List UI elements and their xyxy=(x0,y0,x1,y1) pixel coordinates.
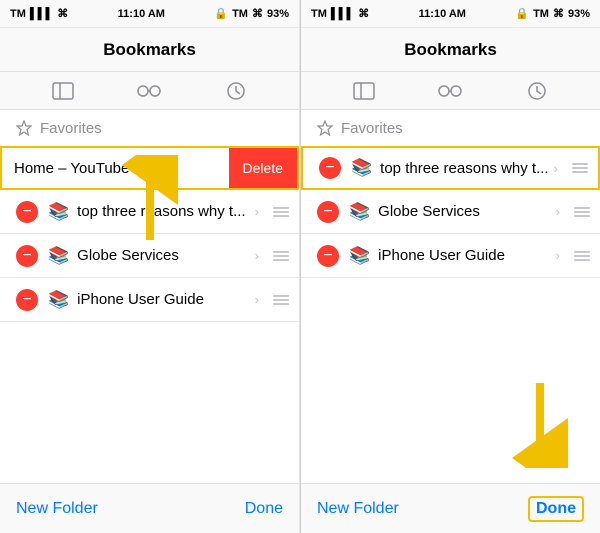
tab-bar-left xyxy=(0,72,299,110)
book-icon-top-three-right: 📚 xyxy=(351,158,372,178)
time-right: 11:10 AM xyxy=(419,8,466,20)
drag-handle-top-three[interactable] xyxy=(263,207,299,217)
bookmark-text-top-three: top three reasons why t... xyxy=(77,203,254,220)
book-icon-iphone-guide: 📚 xyxy=(48,290,69,310)
drag-handle-top-three-right[interactable] xyxy=(562,163,598,173)
chevron-icon-globe-right: › xyxy=(556,204,560,219)
footer-bar-right: New Folder Done xyxy=(301,483,600,533)
minus-btn-globe[interactable]: − xyxy=(16,245,38,267)
tab-reading-left[interactable] xyxy=(119,84,179,98)
bookmark-item-top-three-right[interactable]: − 📚 top three reasons why t... › xyxy=(301,146,600,190)
new-folder-btn-right[interactable]: New Folder xyxy=(317,500,399,518)
signal-icon-right: ▌▌▌ xyxy=(331,8,354,20)
bookmark-text-home-youtube: Home – YouTube xyxy=(14,160,253,177)
tab-bookmarks-left[interactable] xyxy=(33,82,93,100)
minus-btn-globe-right[interactable]: − xyxy=(317,201,339,223)
lock-icon-right: 🔒 xyxy=(515,7,529,20)
chevron-icon-top-three-right: › xyxy=(554,161,558,176)
book-icon-top-three: 📚 xyxy=(48,202,69,222)
tab-reading-right[interactable] xyxy=(420,84,480,98)
left-panel: TM ▌▌▌ ⌘ 11:10 AM 🔒 TM ⌘ 93% Bookmarks xyxy=(0,0,300,533)
star-icon-right xyxy=(317,120,333,136)
bookmark-item-iphone-guide[interactable]: − 📚 iPhone User Guide › xyxy=(0,278,299,322)
carrier2-right: TM xyxy=(533,8,549,20)
tab-history-right[interactable] xyxy=(507,82,567,100)
right-panel: TM ▌▌▌ ⌘ 11:10 AM 🔒 TM ⌘ 93% Bookmarks xyxy=(300,0,600,533)
footer-bar-left: New Folder Done xyxy=(0,483,299,533)
star-icon-left xyxy=(16,120,32,136)
book-icon-globe-right: 📚 xyxy=(349,202,370,222)
bookmark-item-globe-right[interactable]: − 📚 Globe Services › xyxy=(301,190,600,234)
section-header-right: Favorites xyxy=(301,110,600,146)
battery-right: 93% xyxy=(568,8,590,20)
minus-btn-iphone-guide-right[interactable]: − xyxy=(317,245,339,267)
lock-icon: 🔒 xyxy=(214,7,228,20)
status-left: TM ▌▌▌ ⌘ xyxy=(10,7,68,20)
book-icon-globe: 📚 xyxy=(48,246,69,266)
tab-bookmarks-right[interactable] xyxy=(334,82,394,100)
book-icon-iphone-guide-right: 📚 xyxy=(349,246,370,266)
wifi2-icon: ⌘ xyxy=(252,7,263,20)
status-bar-right: TM ▌▌▌ ⌘ 11:10 AM 🔒 TM ⌘ 93% xyxy=(301,0,600,28)
wifi-icon: ⌘ xyxy=(57,7,68,20)
wifi-icon-right: ⌘ xyxy=(358,7,369,20)
drag-handle-globe[interactable] xyxy=(263,251,299,261)
nav-header-right: Bookmarks xyxy=(301,28,600,72)
battery-left: 93% xyxy=(267,8,289,20)
status-left-right: TM ▌▌▌ ⌘ xyxy=(311,7,369,20)
bookmark-text-iphone-guide-right: iPhone User Guide xyxy=(378,247,555,264)
minus-btn-iphone-guide[interactable]: − xyxy=(16,289,38,311)
bookmark-text-globe: Globe Services xyxy=(77,247,254,264)
bookmark-item-iphone-guide-right[interactable]: − 📚 iPhone User Guide › xyxy=(301,234,600,278)
tab-bar-right xyxy=(301,72,600,110)
carrier-right: TM xyxy=(311,8,327,20)
delete-button-home[interactable]: Delete xyxy=(229,148,297,188)
bookmark-list-left: Home – YouTube › Delete − 📚 top three re… xyxy=(0,146,299,483)
wifi2-icon-right: ⌘ xyxy=(553,7,564,20)
section-header-left: Favorites xyxy=(0,110,299,146)
bookmark-text-top-three-right: top three reasons why t... xyxy=(380,160,553,177)
minus-btn-top-three-right[interactable]: − xyxy=(319,157,341,179)
section-label-right: Favorites xyxy=(341,120,403,137)
drag-handle-iphone-guide-right[interactable] xyxy=(564,251,600,261)
status-right-left: 🔒 TM ⌘ 93% xyxy=(214,7,289,20)
chevron-icon-iphone-guide-right: › xyxy=(556,248,560,263)
done-btn-right[interactable]: Done xyxy=(528,496,584,522)
carrier-left: TM xyxy=(10,8,26,20)
chevron-icon-iphone-guide: › xyxy=(255,292,259,307)
nav-title-right: Bookmarks xyxy=(404,40,497,60)
time-left: 11:10 AM xyxy=(118,8,165,20)
drag-handle-iphone-guide[interactable] xyxy=(263,295,299,305)
bookmark-item-globe[interactable]: − 📚 Globe Services › xyxy=(0,234,299,278)
status-bar-left: TM ▌▌▌ ⌘ 11:10 AM 🔒 TM ⌘ 93% xyxy=(0,0,299,28)
minus-btn-top-three[interactable]: − xyxy=(16,201,38,223)
tab-history-left[interactable] xyxy=(206,82,266,100)
nav-title-left: Bookmarks xyxy=(103,40,196,60)
bookmark-text-globe-right: Globe Services xyxy=(378,203,555,220)
carrier2-left: TM xyxy=(232,8,248,20)
signal-icon: ▌▌▌ xyxy=(30,8,53,20)
nav-header-left: Bookmarks xyxy=(0,28,299,72)
done-btn-left[interactable]: Done xyxy=(245,500,283,518)
status-right-right: 🔒 TM ⌘ 93% xyxy=(515,7,590,20)
new-folder-btn-left[interactable]: New Folder xyxy=(16,500,98,518)
bookmark-list-right: − 📚 top three reasons why t... › − 📚 Glo… xyxy=(301,146,600,483)
chevron-icon-top-three: › xyxy=(255,204,259,219)
chevron-icon-globe: › xyxy=(255,248,259,263)
bookmark-text-iphone-guide: iPhone User Guide xyxy=(77,291,254,308)
section-label-left: Favorites xyxy=(40,120,102,137)
bookmark-item-home-youtube[interactable]: Home – YouTube › Delete xyxy=(0,146,299,190)
drag-handle-globe-right[interactable] xyxy=(564,207,600,217)
bookmark-item-top-three[interactable]: − 📚 top three reasons why t... › xyxy=(0,190,299,234)
